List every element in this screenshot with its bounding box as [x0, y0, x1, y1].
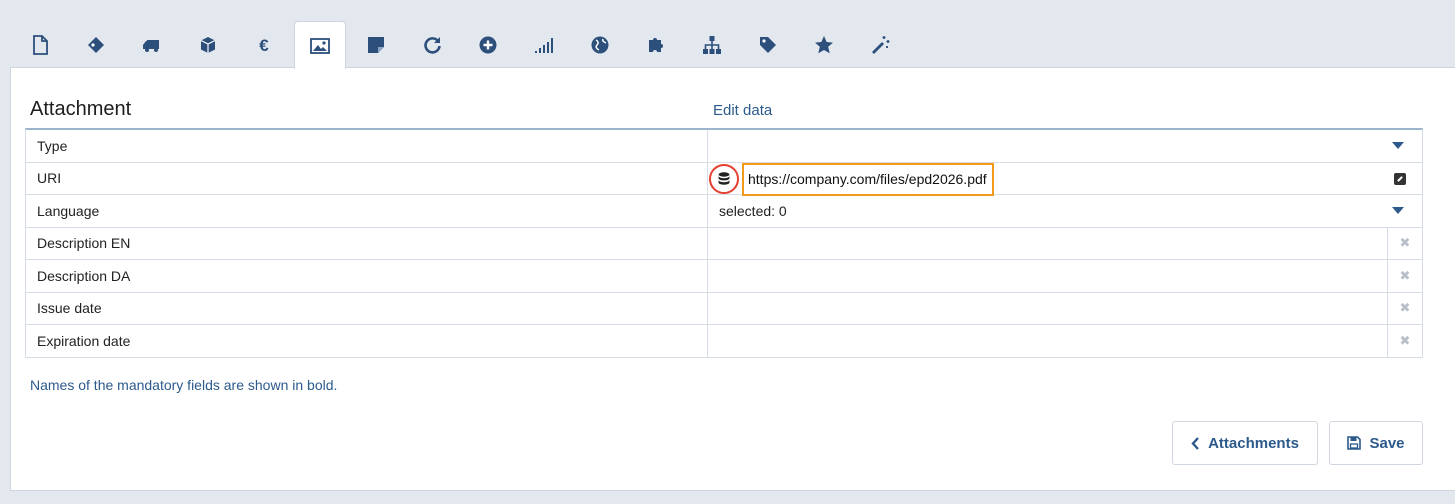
attachment-panel: Attachment Edit data Type URI https://co… — [10, 67, 1455, 491]
clear-icon[interactable]: ✖ — [1387, 292, 1422, 324]
back-button-label: Attachments — [1208, 434, 1299, 452]
description-en-label: Description EN — [26, 227, 708, 259]
tab-attachment[interactable] — [294, 21, 346, 69]
puzzle-icon — [649, 38, 663, 52]
tab-sync[interactable] — [404, 22, 460, 68]
tab-tag[interactable] — [740, 22, 796, 68]
chevron-left-icon — [1191, 436, 1199, 450]
tab-note[interactable] — [348, 22, 404, 68]
expiration-date-input[interactable]: ✖ — [708, 325, 1422, 357]
clear-icon[interactable]: ✖ — [1387, 260, 1422, 292]
image-icon — [310, 37, 330, 54]
tag-icon — [760, 37, 776, 53]
external-link-icon[interactable] — [1394, 172, 1406, 185]
description-da-input[interactable]: ✖ — [708, 260, 1422, 292]
field-row-expiration-date: Expiration date ✖ — [26, 325, 1422, 358]
svg-text:€: € — [259, 36, 269, 55]
description-en-input[interactable]: ✖ — [708, 227, 1422, 259]
cube-icon — [200, 37, 216, 53]
field-row-language: Language selected: 0 — [26, 195, 1422, 228]
file-icon — [33, 35, 48, 55]
plus-circle-icon — [479, 36, 497, 54]
type-select[interactable] — [708, 130, 1422, 162]
tags-icon — [88, 37, 104, 53]
issue-date-label: Issue date — [26, 292, 708, 324]
tab-signal[interactable] — [516, 22, 572, 68]
field-row-type: Type — [26, 130, 1422, 163]
tab-hierarchy[interactable] — [684, 22, 740, 68]
field-row-uri: URI https://company.com/files/epd2026.pd… — [26, 162, 1422, 196]
tab-tags[interactable] — [68, 22, 124, 68]
issue-date-input[interactable]: ✖ — [708, 292, 1422, 324]
uri-cell: https://company.com/files/epd2026.pdf — [708, 162, 1422, 196]
field-row-description-en: Description EN ✖ — [26, 227, 1422, 260]
truck-icon — [143, 40, 159, 52]
tab-puzzle[interactable] — [628, 22, 684, 68]
type-label: Type — [26, 130, 708, 162]
language-select[interactable]: selected: 0 — [708, 195, 1422, 227]
save-button-label: Save — [1369, 434, 1405, 452]
chevron-down-icon — [1392, 142, 1404, 149]
database-icon[interactable] — [709, 163, 739, 194]
language-label: Language — [26, 195, 708, 227]
refresh-icon — [424, 37, 441, 54]
description-da-label: Description DA — [26, 260, 708, 292]
expiration-date-label: Expiration date — [26, 325, 708, 357]
tab-package[interactable] — [180, 22, 236, 68]
clear-icon[interactable]: ✖ — [1387, 227, 1422, 259]
globe-icon — [591, 36, 609, 54]
clear-icon[interactable]: ✖ — [1387, 325, 1422, 357]
tab-star[interactable] — [796, 22, 852, 68]
attachment-form-grid: Type URI https://company.com/files/epd20… — [25, 128, 1423, 358]
tab-price[interactable]: € — [236, 22, 292, 68]
sitemap-icon — [703, 36, 721, 54]
field-row-description-da: Description DA ✖ — [26, 260, 1422, 293]
euro-icon: € — [259, 36, 269, 55]
signal-icon — [535, 38, 553, 53]
back-to-attachments-button[interactable]: Attachments — [1172, 421, 1318, 465]
language-value: selected: 0 — [719, 202, 787, 219]
save-button[interactable]: Save — [1329, 421, 1423, 465]
field-row-issue-date: Issue date ✖ — [26, 292, 1422, 325]
tab-magic[interactable] — [852, 22, 908, 68]
star-icon — [815, 36, 833, 54]
uri-label: URI — [26, 162, 708, 194]
tab-globe[interactable] — [572, 22, 628, 68]
floppy-disk-icon — [1347, 436, 1362, 450]
chevron-down-icon — [1392, 207, 1404, 214]
page-title: Attachment — [30, 98, 132, 120]
note-icon — [368, 37, 384, 53]
tab-transport[interactable] — [124, 22, 180, 68]
tab-bar: € — [12, 20, 908, 69]
tab-add[interactable] — [460, 22, 516, 68]
tab-document[interactable] — [12, 22, 68, 68]
uri-input[interactable]: https://company.com/files/epd2026.pdf — [742, 162, 994, 196]
mandatory-fields-note: Names of the mandatory fields are shown … — [30, 377, 338, 393]
edit-data-link[interactable]: Edit data — [713, 102, 772, 119]
magic-wand-icon — [872, 36, 890, 54]
